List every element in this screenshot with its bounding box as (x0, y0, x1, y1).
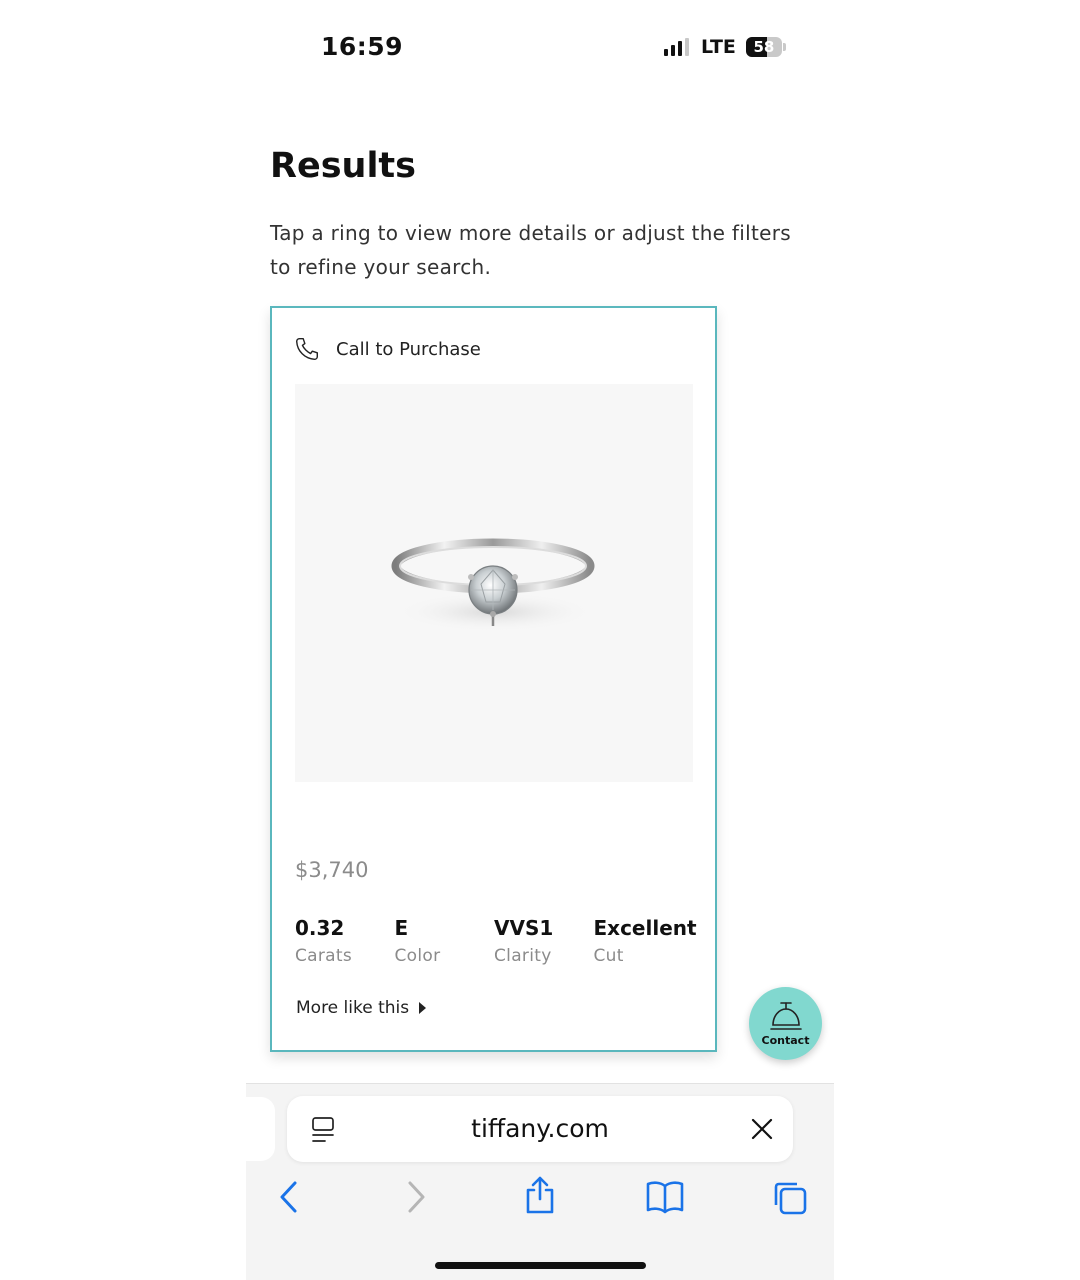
page-title: Results (270, 146, 416, 186)
battery-icon: 58 (745, 37, 782, 57)
spec-cut: Excellent Cut (593, 916, 697, 966)
product-card[interactable]: Call to Purchase $3,740 0.32 Carats E Co… (270, 306, 717, 1052)
phone-icon (296, 338, 318, 360)
battery-cap (782, 43, 786, 51)
home-indicator (435, 1262, 646, 1269)
call-to-purchase-label: Call to Purchase (336, 338, 481, 360)
page-description: Tap a ring to view more details or adjus… (270, 221, 791, 279)
browser-nav-row (246, 1176, 834, 1220)
status-time: 16:59 (321, 32, 404, 61)
spec-value: 0.32 (295, 916, 345, 940)
back-icon[interactable] (279, 1180, 299, 1214)
ring-image[interactable] (295, 384, 693, 782)
spec-label: Cut (593, 946, 624, 966)
bookmarks-icon[interactable] (646, 1180, 684, 1214)
close-icon[interactable] (751, 1118, 773, 1140)
spec-value: VVS1 (494, 916, 554, 940)
spec-value: E (394, 916, 409, 940)
spec-label: Clarity (494, 946, 552, 966)
service-bell-icon (769, 1001, 802, 1030)
status-indicators: LTE 58 (664, 36, 786, 58)
call-to-purchase-link[interactable]: Call to Purchase (294, 336, 481, 362)
share-icon[interactable] (524, 1175, 556, 1215)
spec-color: E Color (395, 916, 495, 966)
more-like-this-link[interactable]: More like this (296, 998, 427, 1018)
forward-icon[interactable] (406, 1180, 426, 1214)
network-type: LTE (701, 36, 736, 58)
browser-toolbar: tiffany.com (246, 1083, 834, 1280)
spec-clarity: VVS1 Clarity (494, 916, 594, 966)
spec-carats: 0.32 Carats (295, 916, 395, 966)
spec-label: Carats (295, 946, 353, 966)
product-price: $3,740 (295, 858, 369, 882)
url-text: tiffany.com (471, 1114, 609, 1143)
ring-illustration (391, 538, 595, 632)
contact-button[interactable]: Contact (749, 987, 822, 1060)
battery-level: 58 (753, 38, 775, 56)
tabs-icon[interactable] (772, 1180, 808, 1216)
play-arrow-icon (419, 1002, 427, 1014)
address-bar[interactable]: tiffany.com (287, 1096, 793, 1162)
spec-label: Color (394, 946, 441, 966)
phone-screen: 16:59 LTE 58 Results Tap a ring to view … (246, 0, 834, 1280)
spec-value: Excellent (593, 916, 697, 940)
more-like-this-label: More like this (296, 998, 410, 1018)
spec-list: 0.32 Carats E Color VVS1 Clarity Excelle… (295, 916, 697, 966)
previous-tab-preview[interactable] (246, 1097, 275, 1161)
contact-label: Contact (761, 1033, 810, 1047)
signal-icon (664, 38, 689, 56)
